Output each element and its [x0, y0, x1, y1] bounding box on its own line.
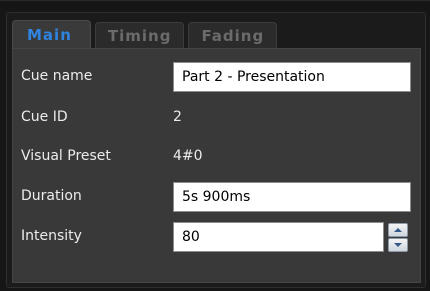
intensity-input[interactable]: [173, 222, 384, 252]
intensity-stepper: [388, 223, 408, 252]
cue-id-value: 2: [173, 109, 182, 125]
duration-row: Duration: [13, 182, 420, 212]
cue-name-row: Cue name: [13, 62, 420, 92]
cue-id-row: Cue ID 2: [13, 103, 420, 133]
duration-input[interactable]: [173, 182, 411, 212]
intensity-label: Intensity: [21, 228, 82, 244]
down-arrow-icon: [394, 243, 402, 247]
cue-name-label: Cue name: [21, 68, 93, 84]
visual-preset-label: Visual Preset: [21, 148, 111, 164]
tab-timing[interactable]: Timing: [94, 22, 185, 48]
tab-main[interactable]: Main: [12, 20, 91, 48]
tab-bar: Main Timing Fading: [12, 18, 281, 48]
visual-preset-value: 4#0: [173, 148, 203, 164]
visual-preset-row: Visual Preset 4#0: [13, 142, 420, 172]
duration-label: Duration: [21, 188, 82, 204]
tab-fading[interactable]: Fading: [188, 22, 278, 48]
tab-fading-label: Fading: [201, 27, 265, 45]
tab-main-label: Main: [27, 26, 72, 44]
main-tab-content: Cue name Cue ID 2 Visual Preset 4#0 Dura…: [12, 48, 421, 283]
intensity-increment-button[interactable]: [388, 223, 408, 237]
intensity-row: Intensity: [13, 222, 420, 252]
intensity-decrement-button[interactable]: [388, 238, 408, 252]
cue-name-input[interactable]: [173, 62, 411, 92]
cue-id-label: Cue ID: [21, 109, 68, 125]
tab-timing-label: Timing: [107, 27, 172, 45]
up-arrow-icon: [394, 228, 402, 232]
cue-properties-window: Main Timing Fading Cue name Cue ID 2 Vis…: [0, 0, 430, 291]
